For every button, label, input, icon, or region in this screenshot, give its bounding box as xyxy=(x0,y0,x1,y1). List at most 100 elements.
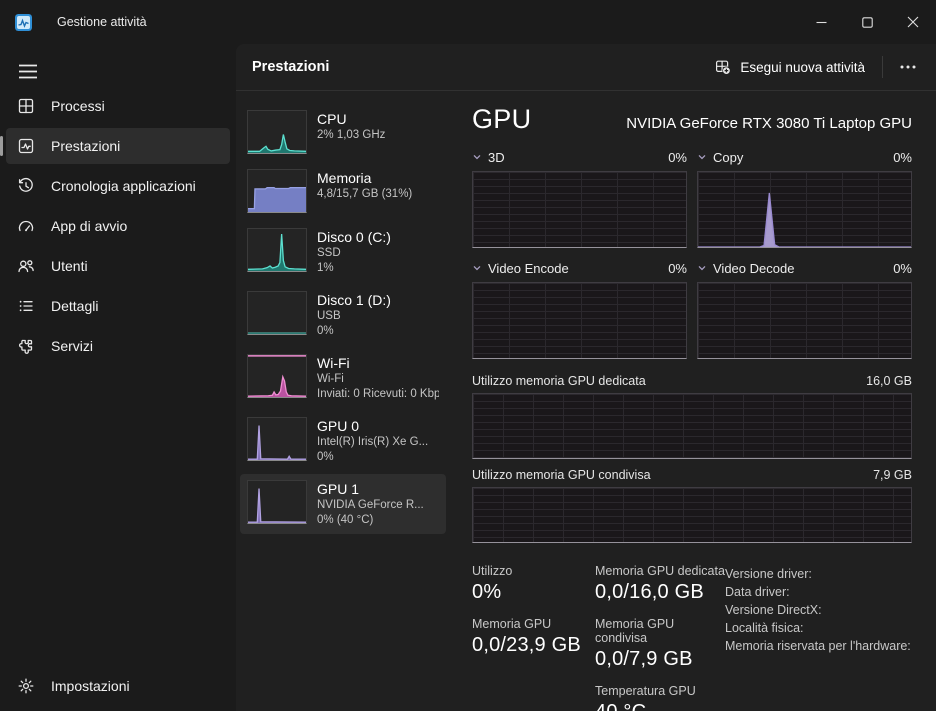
perf-item-disk1[interactable]: Disco 1 (D:) USB0% xyxy=(240,285,446,345)
perf-item-text: Disco 0 (C:) SSD1% xyxy=(317,228,391,276)
run-new-task-button[interactable]: Esegui nuova attività xyxy=(705,53,875,81)
perf-item-title: Disco 0 (C:) xyxy=(317,228,391,246)
window-controls xyxy=(798,0,936,44)
perf-item-text: Wi-Fi Wi-FiInviati: 0 Ricevuti: 0 Kbp xyxy=(317,354,439,402)
perf-item-memory[interactable]: Memoria 4,8/15,7 GB (31%) xyxy=(240,163,446,219)
gpu1-mini-chart xyxy=(247,480,307,524)
perf-item-detail: 0% (40 °C) xyxy=(317,513,424,528)
stats-column-3: Versione driver:Data driver:Versione Dir… xyxy=(725,564,912,711)
stat-label: Memoria GPU xyxy=(472,617,595,631)
gpu-3d-chart xyxy=(472,171,687,248)
chevron-down-icon[interactable] xyxy=(472,150,482,165)
hamburger-icon[interactable] xyxy=(9,54,47,88)
header-separator xyxy=(882,56,883,78)
gpu-name: NVIDIA GeForce RTX 3080 Ti Laptop GPU xyxy=(626,115,912,132)
perf-item-detail: SSD xyxy=(317,246,391,261)
sidebar-item-label: Processi xyxy=(51,98,105,114)
perf-item-detail: Inviati: 0 Ricevuti: 0 Kbp xyxy=(317,387,439,402)
titlebar: Gestione attività xyxy=(0,0,936,44)
stats-column-2: Memoria GPU dedicata 0,0/16,0 GB Memoria… xyxy=(595,564,725,711)
sidebar-item-processes[interactable]: Processi xyxy=(6,88,230,124)
chevron-down-icon[interactable] xyxy=(697,261,707,276)
gpu-video-encode-label-row: Video Encode 0% xyxy=(472,261,687,276)
gpu-header: GPU NVIDIA GeForce RTX 3080 Ti Laptop GP… xyxy=(472,104,912,135)
wifi-mini-chart xyxy=(247,354,307,398)
close-icon[interactable] xyxy=(890,0,936,44)
stat: Temperatura GPU 40 °C xyxy=(595,684,725,711)
memory-chart-max: 7,9 GB xyxy=(873,468,912,482)
perf-item-text: Memoria 4,8/15,7 GB (31%) xyxy=(317,169,412,202)
users-icon xyxy=(17,257,35,275)
perf-item-text: Disco 1 (D:) USB0% xyxy=(317,291,391,339)
perf-item-wifi[interactable]: Wi-Fi Wi-FiInviati: 0 Ricevuti: 0 Kbp xyxy=(240,348,446,408)
stat-value: 0,0/7,9 GB xyxy=(595,648,725,671)
perf-item-text: GPU 1 NVIDIA GeForce R...0% (40 °C) xyxy=(317,480,424,528)
services-icon xyxy=(17,337,35,355)
stat-value: 40 °C xyxy=(595,701,725,711)
perf-item-detail: USB xyxy=(317,309,391,324)
settings-icon xyxy=(17,677,35,695)
details-icon xyxy=(17,297,35,315)
dedicated-memory-chart xyxy=(472,393,912,459)
sidebar-item-settings[interactable]: Impostazioni xyxy=(6,668,241,704)
sidebar-item-details[interactable]: Dettagli xyxy=(6,288,230,324)
perf-item-title: Memoria xyxy=(317,169,412,187)
stat-value: 0,0/16,0 GB xyxy=(595,581,725,604)
engine-label: Copy xyxy=(713,150,893,165)
chevron-down-icon[interactable] xyxy=(472,261,482,276)
gpu-video-decode-section: Video Decode 0% xyxy=(697,261,912,359)
perf-item-title: GPU 0 xyxy=(317,417,428,435)
perf-item-detail: Intel(R) Iris(R) Xe G... xyxy=(317,435,428,450)
page-title: Prestazioni xyxy=(252,59,705,75)
perf-item-title: CPU xyxy=(317,110,385,128)
processes-icon xyxy=(17,97,35,115)
stat: Memoria GPU 0,0/23,9 GB xyxy=(472,617,595,657)
gpu-title: GPU xyxy=(472,104,626,135)
perf-item-gpu1[interactable]: GPU 1 NVIDIA GeForce R...0% (40 °C) xyxy=(240,474,446,534)
window-title: Gestione attività xyxy=(57,15,147,29)
history-icon xyxy=(17,177,35,195)
dedicated-memory-label-row: Utilizzo memoria GPU dedicata 16,0 GB xyxy=(472,374,912,388)
more-options-icon[interactable] xyxy=(890,59,926,75)
sidebar-item-services[interactable]: Servizi xyxy=(6,328,230,364)
run-new-task-label: Esegui nuova attività xyxy=(740,60,865,75)
minimize-icon[interactable] xyxy=(798,0,844,44)
cpu-mini-chart xyxy=(247,110,307,154)
new-task-icon xyxy=(715,59,731,75)
memory-chart-max: 16,0 GB xyxy=(866,374,912,388)
perf-item-detail: 2% 1,03 GHz xyxy=(317,128,385,143)
sidebar-item-performance[interactable]: Prestazioni xyxy=(6,128,230,164)
perf-item-title: Wi-Fi xyxy=(317,354,439,372)
gpu-copy-label-row: Copy 0% xyxy=(697,150,912,165)
engine-value: 0% xyxy=(893,150,912,165)
perf-item-disk0[interactable]: Disco 0 (C:) SSD1% xyxy=(240,222,446,282)
main-panel: Prestazioni Esegui nuova attività CPU 2%… xyxy=(236,44,936,711)
perf-item-cpu[interactable]: CPU 2% 1,03 GHz xyxy=(240,104,446,160)
panel-header: Prestazioni Esegui nuova attività xyxy=(236,44,936,91)
performance-list: CPU 2% 1,03 GHz Memoria 4,8/15,7 GB (31%… xyxy=(240,104,446,711)
sidebar-item-startup[interactable]: App di avvio xyxy=(6,208,230,244)
shared-memory-label-row: Utilizzo memoria GPU condivisa 7,9 GB xyxy=(472,468,912,482)
stat-label: Memoria GPU dedicata xyxy=(595,564,725,578)
perf-item-gpu0[interactable]: GPU 0 Intel(R) Iris(R) Xe G...0% xyxy=(240,411,446,471)
gpu-copy-section: Copy 0% xyxy=(697,150,912,248)
gpu-3d-label-row: 3D 0% xyxy=(472,150,687,165)
gpu-copy-chart xyxy=(697,171,912,248)
memory-chart-label: Utilizzo memoria GPU dedicata xyxy=(472,374,646,388)
driver-info-line: Versione DirectX: xyxy=(725,601,912,619)
gpu-video-encode-chart xyxy=(472,282,687,359)
engine-value: 0% xyxy=(668,150,687,165)
driver-info-line: Memoria riservata per l'hardware: xyxy=(725,637,912,655)
gpu-engine-charts: 3D 0% Copy 0% Video Encode 0% Video Deco… xyxy=(472,150,912,359)
perf-item-detail: 0% xyxy=(317,450,428,465)
memory-mini-chart xyxy=(247,169,307,213)
chevron-down-icon[interactable] xyxy=(697,150,707,165)
driver-info-line: Data driver: xyxy=(725,583,912,601)
sidebar-item-label: Prestazioni xyxy=(51,138,120,154)
perf-item-text: GPU 0 Intel(R) Iris(R) Xe G...0% xyxy=(317,417,428,465)
sidebar-item-app-history[interactable]: Cronologia applicazioni xyxy=(6,168,230,204)
maximize-icon[interactable] xyxy=(844,0,890,44)
sidebar-item-label: Dettagli xyxy=(51,298,98,314)
sidebar-item-users[interactable]: Utenti xyxy=(6,248,230,284)
perf-item-detail: 1% xyxy=(317,261,391,276)
